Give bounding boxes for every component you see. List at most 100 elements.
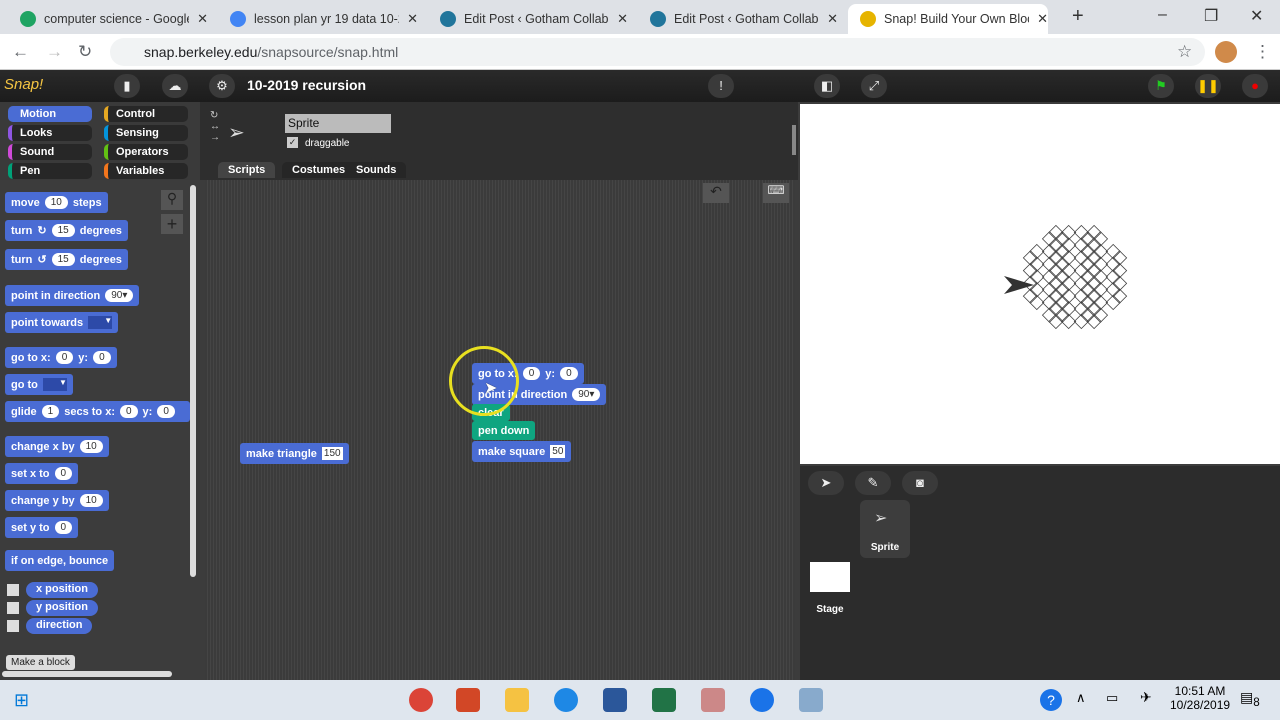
rotation-style-icons[interactable]: ↻ ↔ → [210,110,220,143]
notepad-icon[interactable] [799,688,823,712]
turn-cw-block[interactable]: turn ↻ 15 degrees [5,220,128,241]
horizontal-scrollbar[interactable] [2,671,172,677]
stage-size-icon[interactable]: ◧ [814,74,840,98]
change-y-block[interactable]: change y by 10 [5,490,109,511]
bookmark-star-icon[interactable]: ☆ [1177,42,1192,62]
category-motion[interactable]: Motion [8,106,92,122]
search-blocks-icon[interactable]: ⚲ [161,190,183,210]
move-steps-block[interactable]: move 10 steps [5,192,108,213]
direction-dropdown[interactable]: 90▾ [572,388,601,401]
snap-logo[interactable]: Snap! [4,76,43,93]
network-icon[interactable]: ✈ [1140,689,1152,706]
vertical-scrollbar[interactable] [190,185,196,577]
undo-icon[interactable]: ↶ [703,183,729,203]
menu-icon[interactable]: ⋮ [1254,42,1271,62]
browser-tab[interactable]: Snap! Build Your Own Block ✕ [848,4,1048,34]
category-sensing[interactable]: Sensing [104,125,188,141]
close-window-button[interactable]: ✕ [1250,6,1263,26]
close-tab-icon[interactable]: ✕ [827,11,838,27]
sprite-name-input[interactable]: Sprite [285,114,391,133]
sprite-turtle-icon[interactable] [1004,276,1034,294]
degrees-input[interactable]: 15 [51,253,75,266]
value-input[interactable]: 10 [79,494,103,507]
browser-tab[interactable]: lesson plan yr 19 data 10-2 ✕ [218,4,418,34]
paint-brush-icon[interactable]: ✎ [855,471,891,495]
category-variables[interactable]: Variables [104,163,188,179]
x-input[interactable]: 0 [522,367,541,380]
category-operators[interactable]: Operators [104,144,188,160]
watcher-checkbox[interactable] [7,602,19,614]
make-a-block-button[interactable]: Make a block [6,655,75,670]
browser-tab[interactable]: Edit Post ‹ Gotham Collabo ✕ [428,4,628,34]
scripts-area[interactable]: ↶ ⌨ make triangle 150 go to x: 0 y: 0 point … [205,180,795,680]
tab-sounds[interactable]: Sounds [346,162,407,178]
word-icon[interactable] [603,688,627,712]
add-icon[interactable]: + [161,214,183,234]
powerpoint-icon[interactable] [456,688,480,712]
windows-start-icon[interactable]: ⊞ [14,690,29,711]
pen-down-block[interactable]: pen down [472,421,536,440]
stage[interactable] [800,104,1280,464]
snipping-tool-icon[interactable] [701,688,725,712]
degrees-input[interactable]: 15 [51,224,75,237]
category-control[interactable]: Control [104,106,188,122]
sprite-icon[interactable]: ➢ Sprite [860,500,910,558]
go-to-xy-block[interactable]: go to x: 0 y: 0 [5,347,117,368]
draggable-checkbox[interactable]: ✓ [287,137,298,148]
bounce-block[interactable]: if on edge, bounce [5,550,115,571]
tray-chevron-icon[interactable]: ∧ [1076,690,1086,706]
change-x-block[interactable]: change x by 10 [5,436,109,457]
tab-costumes[interactable]: Costumes [282,162,356,178]
point-in-direction-block[interactable]: point in direction 90▾ [5,285,140,306]
stage-thumbnail[interactable] [810,562,850,592]
x-input[interactable]: 0 [55,351,74,364]
close-tab-icon[interactable]: ✕ [1037,11,1048,27]
camera-icon[interactable]: ◙ [902,471,938,495]
file-explorer-icon[interactable] [505,688,529,712]
settings-gear-icon[interactable]: ⚙ [209,74,235,98]
y-input[interactable]: 0 [560,367,578,380]
watcher-checkbox[interactable] [7,584,19,596]
value-input[interactable]: 10 [79,440,103,453]
value-input[interactable]: 0 [54,467,73,480]
watcher-checkbox[interactable] [7,620,19,632]
category-pen[interactable]: Pen [8,163,92,179]
y-position-reporter[interactable]: y position [26,600,98,616]
clock[interactable]: 10:51 AM 10/28/2019 [1170,684,1230,712]
direction-dropdown[interactable]: 90▾ [105,289,134,302]
close-tab-icon[interactable]: ✕ [197,11,208,27]
make-square-block[interactable]: make square 50 [472,441,572,462]
keyboard-icon[interactable]: ⌨ [763,183,789,203]
stop-icon[interactable]: ● [1242,74,1268,98]
x-input[interactable]: 0 [119,405,138,418]
make-triangle-block[interactable]: make triangle 150 [240,443,349,464]
turtle-sprite-icon[interactable]: ➤ [808,471,844,495]
close-tab-icon[interactable]: ✕ [617,11,628,27]
forward-icon[interactable]: → [46,42,63,62]
category-looks[interactable]: Looks [8,125,92,141]
green-flag-icon[interactable]: ⚑ [1148,74,1174,98]
minimize-button[interactable]: – [1158,6,1167,24]
tab-scripts[interactable]: Scripts [218,162,276,178]
battery-icon[interactable]: ▭ [1106,690,1118,706]
size-input[interactable]: 50 [550,445,566,458]
reload-icon[interactable]: ↻ [78,42,92,62]
set-y-block[interactable]: set y to 0 [5,517,79,538]
point-towards-block[interactable]: point towards ▼ [5,312,119,333]
category-sound[interactable]: Sound [8,144,92,160]
set-x-block[interactable]: set x to 0 [5,463,79,484]
go-to-block[interactable]: go to ▼ [5,374,73,395]
close-tab-icon[interactable]: ✕ [407,11,418,27]
browser-tab[interactable]: computer science - Google ✕ [8,4,208,34]
pause-icon[interactable]: ❚❚ [1195,74,1221,98]
url-input[interactable]: snap.berkeley.edu/snapsource/snap.html [110,38,1205,66]
excel-icon[interactable] [652,688,676,712]
restore-button[interactable]: ❐ [1204,6,1218,26]
cloud-icon[interactable]: ☁ [162,74,188,98]
value-input[interactable]: 0 [54,521,73,534]
secs-input[interactable]: 1 [41,405,60,418]
size-input[interactable]: 150 [321,447,343,460]
target-dropdown[interactable]: ▼ [88,316,113,329]
direction-reporter[interactable]: direction [26,618,93,634]
y-input[interactable]: 0 [157,405,175,418]
